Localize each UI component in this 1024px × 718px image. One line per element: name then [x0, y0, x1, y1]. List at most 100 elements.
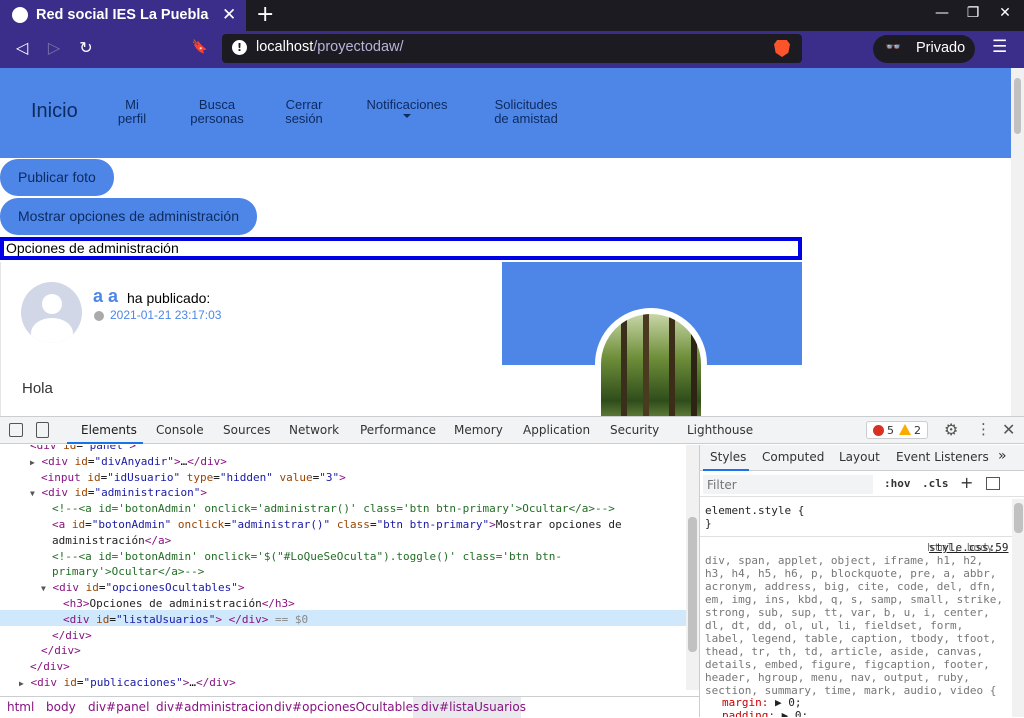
tab-elements[interactable]: Elements [81, 423, 137, 437]
address-bar[interactable]: ! localhost/proyectodaw/ [222, 34, 802, 63]
rule-selector: html, body, div, span, applet, object, i… [705, 541, 1004, 697]
nav-mi-perfil-link[interactable]: Mi perfil [116, 98, 148, 126]
minimize-icon[interactable]: — [932, 5, 952, 21]
styles-filter-input[interactable] [703, 475, 873, 494]
more-options-icon[interactable]: ⋮ [976, 420, 991, 438]
tab-event-listeners[interactable]: Event Listeners [896, 450, 989, 464]
new-tab-button[interactable]: + [256, 2, 274, 27]
styles-sidebar: Styles Computed Layout Event Listeners »… [699, 445, 1024, 717]
private-window-badge[interactable]: 👓 Privado [873, 35, 975, 63]
chevron-down-icon [403, 114, 411, 118]
devtools-close-icon[interactable]: ✕ [1002, 420, 1015, 439]
dom-node-line[interactable]: <!--<a id='botonAdmin' onclick='administ… [0, 501, 686, 517]
mostrar-admin-button[interactable]: Mostrar opciones de administración [0, 198, 257, 235]
breadcrumb: html body div#panel div#administracion d… [0, 696, 699, 718]
tab-application[interactable]: Application [523, 423, 590, 437]
post-text: Hola [22, 380, 53, 397]
breadcrumb-item[interactable]: div#panel [88, 700, 149, 714]
breadcrumb-item[interactable]: html [7, 700, 34, 714]
tab-console[interactable]: Console [156, 423, 204, 437]
private-label: Privado [916, 40, 966, 56]
more-tabs-icon[interactable]: » [998, 448, 1007, 464]
dom-node-line[interactable]: ▶ <div id="divAnyadir">…</div> [0, 454, 686, 470]
dom-node-line[interactable]: <div id="panel"> [0, 445, 686, 454]
url-text: localhost/proyectodaw/ [256, 39, 404, 55]
tab-sources[interactable]: Sources [223, 423, 270, 437]
issues-badge[interactable]: 5 2 [866, 421, 928, 439]
toggle-sidebar-icon[interactable] [986, 477, 1000, 490]
dom-node-line[interactable]: <div id="listaUsuarios"> </div> == $0 [0, 612, 686, 628]
nav-inicio-link[interactable]: Inicio [31, 101, 78, 121]
post-published-label: ha publicado: [127, 290, 211, 306]
tab-close-icon[interactable]: ✕ [222, 5, 236, 25]
nav-cerrar-sesion-link[interactable]: Cerrar sesión [280, 98, 328, 126]
styles-rules: element.style {} html, body, div, span, … [700, 499, 1012, 717]
breadcrumb-item[interactable]: body [46, 700, 76, 714]
dom-node-line[interactable]: ▼ <div id="opcionesOcultables"> [0, 580, 686, 596]
new-rule-icon[interactable]: + [960, 473, 973, 492]
element-style-rule[interactable]: element.style {} [705, 504, 804, 530]
tab-layout[interactable]: Layout [839, 450, 880, 464]
tab-performance[interactable]: Performance [360, 423, 436, 437]
post-author[interactable]: a a [93, 286, 118, 307]
breadcrumb-item[interactable]: div#opcionesOcultables [274, 700, 419, 714]
site-navbar: Inicio Mi perfil Busca personas Cerrar sesi… [0, 68, 1011, 158]
device-toolbar-icon[interactable] [36, 422, 49, 438]
styles-scrollbar[interactable] [1012, 499, 1024, 717]
dom-scrollbar[interactable] [686, 445, 699, 690]
error-count: 5 [887, 424, 894, 437]
tab-computed[interactable]: Computed [762, 450, 824, 464]
reload-icon[interactable]: ↻ [75, 38, 97, 57]
dom-node-line[interactable]: <!--<a id='botonAdmin' onclick='$("#LoQu… [0, 549, 686, 565]
dom-tree: <div id="panel"> ▶ <div id="divAnyadir">…… [0, 445, 699, 690]
dom-node-line[interactable]: </div> [0, 628, 686, 644]
back-icon[interactable]: ◁ [11, 38, 33, 57]
tab-network[interactable]: Network [289, 423, 339, 437]
browser-toolbar: ◁ ▷ ↻ 🔖 ! localhost/proyectodaw/ 👓 Priva… [0, 31, 1024, 68]
nav-busca-personas-link[interactable]: Busca personas [186, 98, 248, 126]
browser-tab-bar: Red social IES La Puebla ✕ + — ❐ ✕ [0, 0, 1024, 31]
dom-node-line[interactable]: <h3>Opciones de administración</h3> [0, 596, 686, 612]
dom-node-line[interactable]: <a id="botonAdmin" onclick="administrar(… [0, 517, 686, 533]
css-property[interactable]: margin: ▶ 0; [722, 696, 802, 709]
breadcrumb-item[interactable]: div#listaUsuarios [421, 700, 526, 714]
gear-icon[interactable]: ⚙ [944, 420, 958, 439]
warning-icon [899, 424, 911, 435]
breadcrumb-item[interactable]: div#administracion [156, 700, 273, 714]
nav-solicitudes-link[interactable]: Solicitudes de amistad [490, 98, 562, 126]
site-info-icon[interactable]: ! [232, 40, 247, 55]
post-photo[interactable] [601, 314, 701, 416]
dom-node-line[interactable]: <input id="idUsuario" type="hidden" valu… [0, 470, 686, 486]
avatar[interactable] [21, 282, 82, 343]
dom-node-line[interactable]: administración</a> [0, 533, 686, 549]
forward-icon[interactable]: ▷ [43, 38, 65, 57]
warning-count: 2 [914, 424, 921, 437]
tab-memory[interactable]: Memory [454, 423, 503, 437]
browser-tab[interactable]: Red social IES La Puebla ✕ [0, 0, 246, 31]
nav-notificaciones-dropdown[interactable]: Notificaciones [362, 98, 452, 118]
globe-icon [12, 7, 28, 23]
bookmark-icon[interactable]: 🔖 [189, 40, 211, 55]
page-viewport: Inicio Mi perfil Busca personas Cerrar sesi… [0, 68, 1011, 416]
dom-node-line[interactable]: </div> [0, 643, 686, 659]
hov-toggle[interactable]: :hov [884, 477, 911, 490]
error-icon [873, 425, 884, 436]
menu-icon[interactable]: ☰ [992, 37, 1007, 57]
page-scrollbar[interactable] [1011, 68, 1024, 416]
cls-toggle[interactable]: .cls [922, 477, 949, 490]
tab-styles[interactable]: Styles [710, 450, 746, 464]
post-image-panel [502, 262, 802, 416]
brave-shield-icon[interactable] [774, 40, 790, 57]
window-close-icon[interactable]: ✕ [995, 5, 1015, 21]
dom-node-line[interactable]: primary'>Ocultar</a>--> [0, 564, 686, 580]
dom-node-line[interactable]: </div> [0, 659, 686, 675]
restore-icon[interactable]: ❐ [963, 5, 983, 21]
tab-lighthouse[interactable]: Lighthouse [687, 423, 753, 437]
dom-node-line[interactable]: ▼ <div id="administracion"> [0, 485, 686, 501]
publicar-foto-button[interactable]: Publicar foto [0, 159, 114, 196]
styles-tab-bar: Styles Computed Layout Event Listeners » [700, 445, 1024, 471]
tab-security[interactable]: Security [610, 423, 659, 437]
rule-source-link[interactable]: style.css:59 [929, 541, 1008, 554]
dom-node-line[interactable]: ▶ <div id="publicaciones">…</div> [0, 675, 686, 690]
inspect-element-icon[interactable] [9, 423, 23, 437]
